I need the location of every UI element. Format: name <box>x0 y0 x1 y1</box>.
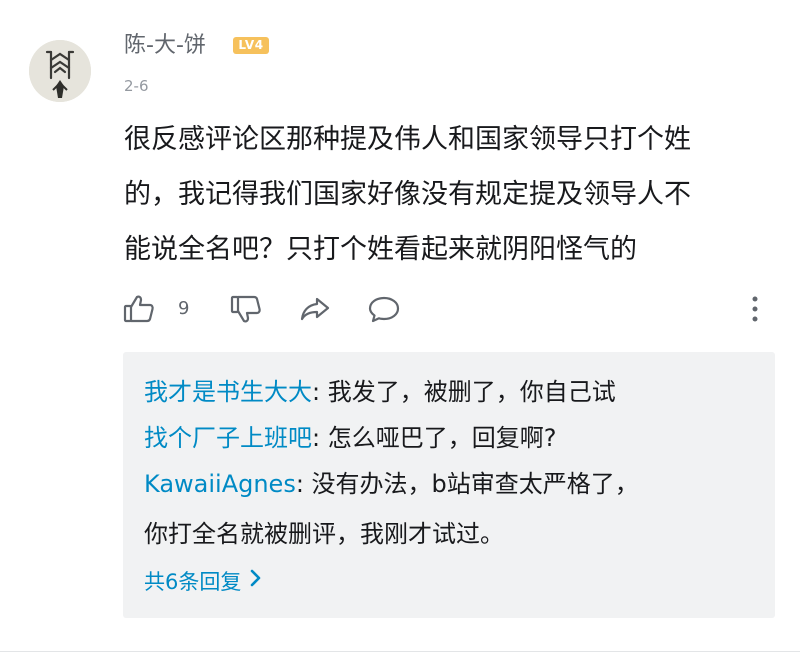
reply-text: 没有办法，b站审查太严格了， <box>311 470 639 498</box>
like-count: 9 <box>178 298 190 319</box>
reply-text: 我发了，被删了，你自己试 <box>327 378 616 406</box>
avatar[interactable] <box>29 40 91 102</box>
reply-item[interactable]: 我才是书生大大: 我发了，被删了，你自己试 <box>144 377 616 407</box>
thumbs-down-icon[interactable] <box>229 292 263 326</box>
divider <box>0 651 800 652</box>
reply-item[interactable]: KawaiiAgnes: 没有办法，b站审查太严格了， <box>144 469 639 499</box>
reply-username[interactable]: 我才是书生大大 <box>144 378 312 406</box>
reply-preview[interactable]: 我才是书生大大: 我发了，被删了，你自己试 找个厂子上班吧: 怎么哑巴了，回复啊… <box>123 352 775 618</box>
chevron-right-icon <box>249 566 263 596</box>
more-vertical-icon[interactable] <box>738 292 772 326</box>
level-badge: LV4 <box>233 37 269 54</box>
reply-item[interactable]: 找个厂子上班吧: 怎么哑巴了，回复啊? <box>144 423 556 453</box>
reply-username[interactable]: 找个厂子上班吧 <box>144 424 312 452</box>
comment-content-line: 能说全名吧？只打个姓看起来就阴阳怪气的 <box>124 234 637 265</box>
reply-separator: : <box>295 470 312 498</box>
comment-content: 很反感评论区那种提及伟人和国家领导只打个姓 的，我记得我们国家好像没有规定提及领… <box>124 112 774 277</box>
more-replies-label: 共6条回复 <box>144 570 242 594</box>
comment-actions: 9 <box>122 290 774 328</box>
username[interactable]: 陈-大-饼 <box>124 33 206 59</box>
comment-content-line: 的，我记得我们国家好像没有规定提及领导人不 <box>124 179 691 210</box>
comment-content-line: 很反感评论区那种提及伟人和国家领导只打个姓 <box>124 124 691 155</box>
reply-text: 怎么哑巴了，回复啊? <box>327 424 557 452</box>
comment-bubble-icon[interactable] <box>367 292 401 326</box>
reply-username[interactable]: KawaiiAgnes <box>144 470 296 498</box>
share-icon[interactable] <box>298 292 332 326</box>
view-more-replies-link[interactable]: 共6条回复 <box>144 567 263 597</box>
comment-date: 2-6 <box>124 77 149 95</box>
reply-text-continuation: 你打全名就被删评，我刚才试过。 <box>144 520 504 548</box>
reply-separator: : <box>312 378 328 406</box>
reply-separator: : <box>312 424 328 452</box>
thumbs-up-icon[interactable] <box>122 292 156 326</box>
